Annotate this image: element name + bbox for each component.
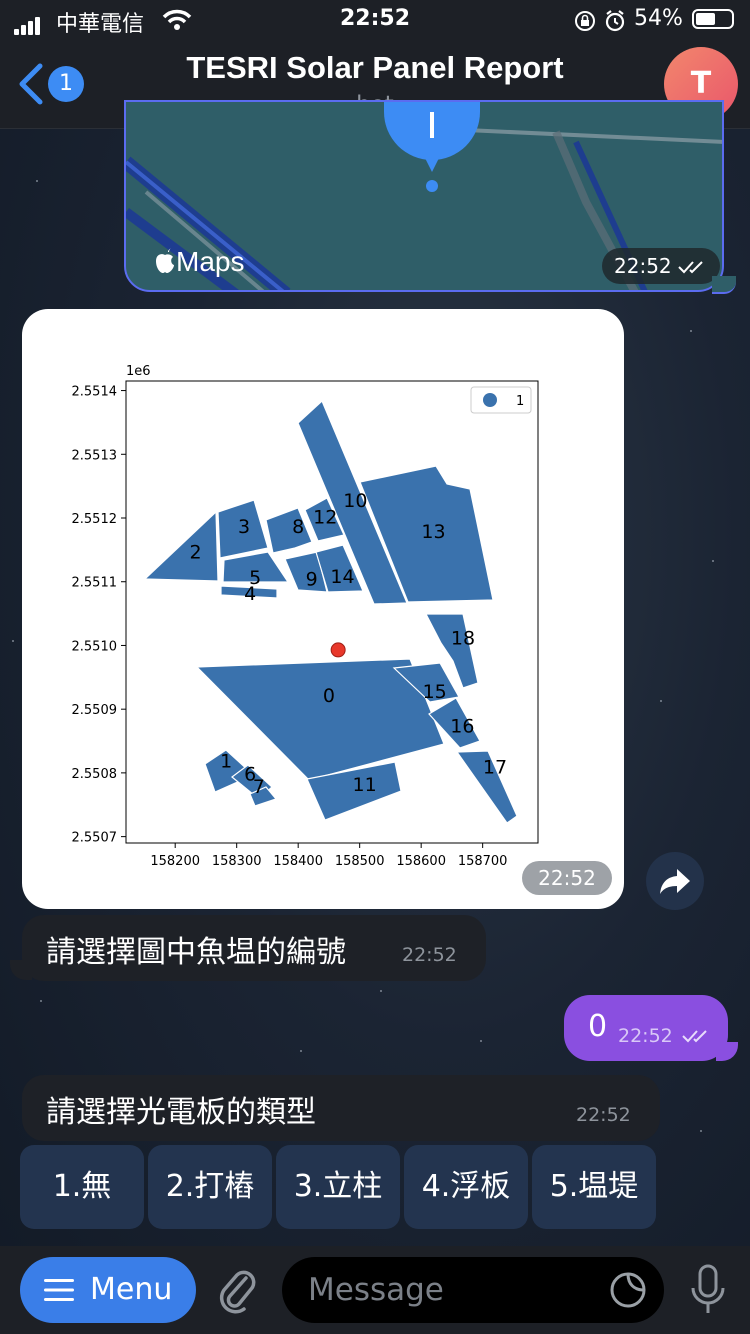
- polygon-label: 0: [323, 685, 335, 707]
- rotation-lock-icon: [575, 11, 595, 31]
- polygon-label: 5: [249, 567, 261, 589]
- message-time: 22:52: [602, 248, 720, 284]
- polygon-label: 18: [451, 628, 475, 650]
- keyboard-button-2[interactable]: 2.打樁: [148, 1145, 272, 1229]
- microphone-icon[interactable]: [688, 1264, 728, 1316]
- x-tick-label: 158200: [150, 854, 200, 869]
- legend-marker: [483, 393, 497, 407]
- legend-label: 1: [516, 394, 524, 409]
- y-tick-label: 2.5513: [72, 448, 118, 463]
- maps-label: Maps: [176, 246, 245, 277]
- message-text: 0: [588, 1009, 608, 1044]
- forward-arrow-icon: [660, 869, 690, 894]
- x-tick-label: 158400: [273, 854, 323, 869]
- message-time: 22:52: [618, 1025, 673, 1047]
- battery-icon: [692, 9, 734, 29]
- message-time: 22:52: [522, 861, 612, 895]
- polygon-label: 12: [313, 507, 337, 529]
- double-check-icon: [678, 261, 703, 274]
- x-tick-label: 158500: [335, 854, 385, 869]
- message-text: 請選擇光電板的類型: [46, 1095, 316, 1130]
- keyboard-button-5[interactable]: 5.塭堤: [532, 1145, 656, 1229]
- polygon-label: 17: [483, 756, 507, 778]
- double-check-icon: [682, 1030, 707, 1043]
- keyboard-button-3[interactable]: 3.立柱: [276, 1145, 400, 1229]
- battery-percent: 54%: [634, 6, 683, 31]
- keyboard-button-1[interactable]: 1.無: [20, 1145, 144, 1229]
- message-time: 22:52: [402, 944, 457, 966]
- polygon-label: 3: [238, 516, 250, 538]
- polygon-label: 2: [189, 542, 201, 564]
- status-bar: 中華電信 22:52 54%: [0, 0, 750, 40]
- polygon-label: 15: [423, 681, 447, 703]
- polygon-label: 8: [292, 516, 304, 538]
- polygon-label: 11: [352, 774, 376, 796]
- polygon-label: 9: [306, 568, 318, 590]
- x-tick-label: 158700: [458, 854, 508, 869]
- sticker-icon[interactable]: [608, 1270, 648, 1310]
- polygon-label: 7: [253, 776, 265, 798]
- y-tick-label: 2.5509: [72, 703, 118, 718]
- y-tick-label: 2.5510: [72, 639, 118, 654]
- share-button[interactable]: [646, 852, 704, 910]
- y-scale-label: 1e6: [126, 364, 151, 379]
- location-marker: [330, 642, 346, 658]
- polygon-label: 1: [220, 751, 232, 773]
- bot-message: 請選擇光電板的類型 22:52: [22, 1075, 660, 1141]
- input-bar: Menu Message: [0, 1246, 750, 1334]
- bubble-tail: [712, 276, 736, 294]
- bubble-tail: [716, 1042, 738, 1061]
- menu-button[interactable]: Menu: [20, 1257, 196, 1323]
- bubble-tail: [10, 960, 32, 980]
- y-tick-label: 2.5514: [72, 385, 118, 400]
- message-time: 22:52: [576, 1104, 631, 1126]
- polygon-label: 13: [421, 521, 445, 543]
- polygon-label: 14: [330, 566, 354, 588]
- x-tick-label: 158600: [396, 854, 446, 869]
- message-input[interactable]: Message: [282, 1257, 664, 1323]
- y-tick-label: 2.5512: [72, 512, 118, 527]
- polygon-label: 10: [343, 490, 367, 512]
- fishpond-map-chart: 0123456789101112131415161718158200 158300…: [72, 364, 539, 869]
- chat-title[interactable]: TESRI Solar Panel Report: [0, 50, 750, 86]
- menu-label: Menu: [90, 1272, 173, 1307]
- maps-attribution: Maps: [154, 246, 244, 278]
- x-tick-label: 158300: [212, 854, 262, 869]
- message-text: 請選擇圖中魚塭的編號: [46, 935, 346, 970]
- time-text: 22:52: [614, 254, 672, 278]
- alarm-icon: [605, 10, 625, 32]
- bot-message: 請選擇圖中魚塭的編號 22:52: [22, 915, 486, 981]
- polygon-label: 16: [450, 716, 474, 738]
- keyboard-button-4[interactable]: 4.浮板: [404, 1145, 528, 1229]
- message-placeholder: Message: [308, 1272, 444, 1308]
- y-tick-label: 2.5507: [72, 831, 118, 846]
- hamburger-icon: [44, 1279, 74, 1301]
- location-pin-icon: [384, 102, 480, 192]
- y-tick-label: 2.5508: [72, 767, 118, 782]
- attach-icon[interactable]: [216, 1264, 260, 1316]
- location-map-message[interactable]: Maps 22:52: [124, 100, 724, 292]
- apple-logo-icon: [156, 248, 174, 273]
- user-message: 0 22:52: [564, 995, 728, 1061]
- y-tick-label: 2.5511: [72, 576, 118, 591]
- chart-image-message[interactable]: 0 1 2 3 4 5 6 7 8 9 10 11 12 13 14 15 16 17 18 158200 158300…: [22, 309, 624, 909]
